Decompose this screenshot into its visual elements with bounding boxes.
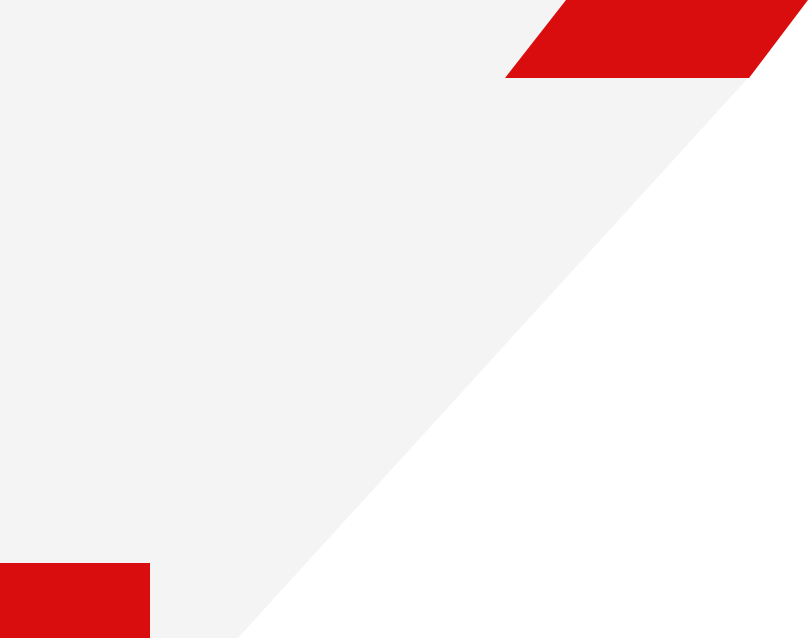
- background-graphic: [0, 0, 808, 638]
- red-block-bottom-left: [0, 563, 150, 638]
- decorative-background: [0, 0, 808, 638]
